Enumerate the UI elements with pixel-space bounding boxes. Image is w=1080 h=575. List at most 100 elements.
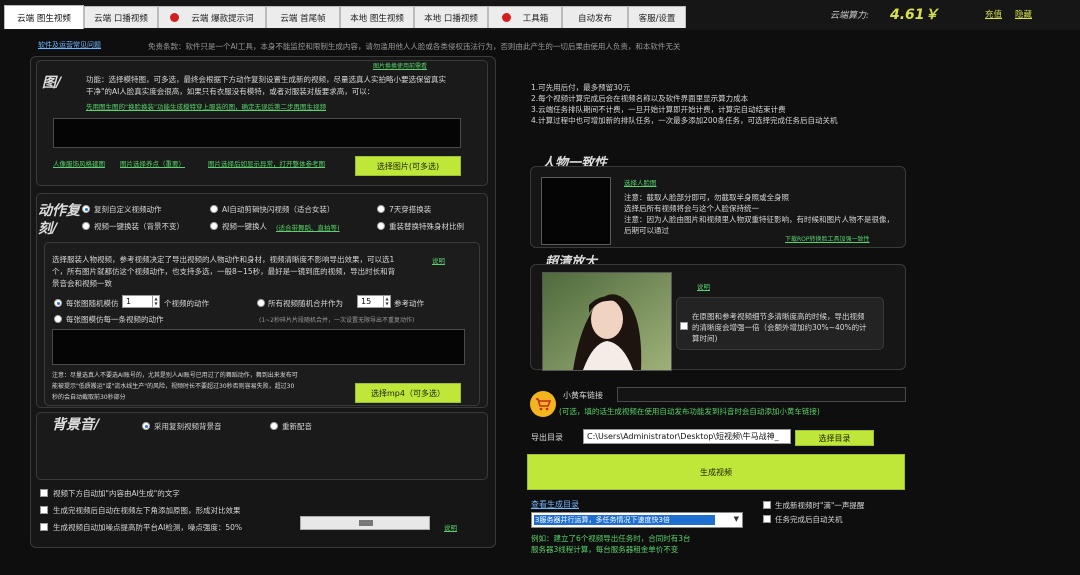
checkbox-compare-text: 生成完视频后自动在视频左下角添加原图，形成对比效果 <box>53 506 241 515</box>
stepper-arrows-icon[interactable]: ▲ ▼ <box>152 296 159 307</box>
select-face-link[interactable]: 选择人脸图 <box>624 177 657 187</box>
select-dir-button[interactable]: 选择目录 <box>795 430 874 446</box>
radio-video-change-person-label: 视频一键换人 <box>222 222 267 231</box>
motion-desc-1: 选择服装人物视频，参考视频决定了导出视频的人物动作和身材，视频清晰度不影响导出效… <box>52 255 395 264</box>
upscale-text-1: 在原图和参考视频细节多清晰度高的时候，导出视频 <box>692 312 865 321</box>
image-list-box[interactable] <box>53 118 461 148</box>
cart-link-input[interactable] <box>617 387 906 402</box>
checkbox-ai-label[interactable] <box>40 489 48 497</box>
consistency-note-2: 选择后所有视频将会与这个人脸保持统一 <box>624 204 759 213</box>
checkbox-upscale[interactable] <box>680 322 688 330</box>
export-dir-label: 导出目录 <box>531 433 563 442</box>
radio-replicate-motion[interactable] <box>82 205 90 213</box>
per-image-count-stepper[interactable]: 1 ▲ ▼ <box>122 295 160 308</box>
chevron-down-icon[interactable]: ▼ <box>734 515 739 523</box>
radio-per-image-random[interactable] <box>54 299 62 307</box>
motion-section-title-1: 动作复 <box>38 203 80 219</box>
image-tutorial-link[interactable]: 图片选择养点（重要） <box>120 158 185 168</box>
tab-bar: 云端 图生视频 云端 口播视频 云端 爆款提示词 云端 首尾帧 本地 图生视频 … <box>0 0 1080 30</box>
recharge-link[interactable]: 充值 <box>985 8 1002 20</box>
upscale-text-3: 算时间) <box>692 334 718 343</box>
motion-note-3: 秒的会自动截取前30秒部分 <box>52 394 126 401</box>
checkbox-compare[interactable] <box>40 506 48 514</box>
radio-video-change-outfit-label: 视频一键换装（背景不变） <box>94 222 184 231</box>
motion-note-1: 注意：尽量选真人不要选AI账号的，尤其是别人AI账号已用过了的舞蹈动作，舞到出来… <box>52 372 298 379</box>
view-output-dir-link[interactable]: 查看生成目录 <box>531 499 579 510</box>
checkbox-ai-label-text: 视频下方自动加"内容由AI生成"的文字 <box>53 489 180 498</box>
consistency-note-4: 后期可以通过 <box>624 226 669 235</box>
tab-cloud-image-video[interactable]: 云端 图生视频 <box>4 5 84 29</box>
radio-ai-auto-edit-label: AI自动剪辑快闪视频（适合女装） <box>222 205 335 214</box>
tab-local-talking-video[interactable]: 本地 口播视频 <box>414 6 488 28</box>
slider-thumb[interactable] <box>359 520 373 526</box>
cart-note: (可选，填的话生成视频在使用自动发布功能发到抖音时会自动添加小黄车链接) <box>559 407 820 416</box>
checkbox-done-sound-text: 生成新视频时"滴"一声提醒 <box>775 501 865 510</box>
checkbox-done-sound[interactable] <box>763 501 771 509</box>
radio-per-image-each[interactable] <box>54 315 62 323</box>
checkbox-mosaic-text: 生成视频自动加噪点提高防平台AI检测，噪点强度：50% <box>53 523 243 532</box>
face-image-box[interactable] <box>541 177 611 245</box>
mosaic-explain-link[interactable]: 说明 <box>444 522 457 532</box>
server-mode-dropdown[interactable]: 3服务器并行运算，多任务情况下速度快3倍 ▼ <box>531 512 743 528</box>
upscale-explain-link[interactable]: 说明 <box>697 281 710 291</box>
change-person-tip-link[interactable]: (适合带舞蹈、直拍等) <box>276 222 340 232</box>
radio-rematch-audio[interactable] <box>270 422 278 430</box>
app-red-icon <box>170 13 180 22</box>
cart-link-label: 小黄车链接 <box>563 391 603 400</box>
tab-cloud-talking-video[interactable]: 云端 口播视频 <box>84 6 158 28</box>
stepper-arrows-icon[interactable]: ▲ ▼ <box>383 296 390 307</box>
sample-portrait-image <box>542 272 672 371</box>
radio-ai-auto-edit[interactable] <box>210 205 218 213</box>
face-swap-tip-link[interactable]: 先用图生图的"换脸换装"功能生成模特穿上服装的图，确定无误后第二步再图生视频 <box>86 101 326 111</box>
select-image-button[interactable]: 选择图片(可多选) <box>355 156 461 176</box>
radio-merge-videos[interactable] <box>257 299 265 307</box>
radio-special-body[interactable] <box>377 222 385 230</box>
bgm-section-title: 背景音/ <box>52 417 100 433</box>
checkbox-auto-shutdown-text: 任务完成后自动关机 <box>775 515 843 524</box>
export-path-input[interactable]: C:\Users\Administrator\Desktop\短视频\牛马战神_ <box>583 429 791 444</box>
checkbox-auto-shutdown[interactable] <box>763 515 771 523</box>
info-line-2: 2.每个视频计算完成后会在视频名称以及软件界面里显示算力成本 <box>531 94 749 103</box>
power-value: 4.61￥ <box>890 7 939 23</box>
motion-section-title-2: 刻/ <box>38 221 58 237</box>
consistency-note-1: 注意：截取人脸部分即可，勿截取半身照或全身照 <box>624 193 789 202</box>
per-image-each-label: 每张图模仿每一条视频的动作 <box>66 315 164 324</box>
radio-replicate-motion-label: 复刻自定义视频动作 <box>94 205 162 214</box>
tab-cloud-prompts[interactable]: 云端 爆款提示词 <box>158 6 266 28</box>
radio-video-change-outfit[interactable] <box>82 222 90 230</box>
tab-local-image-video[interactable]: 本地 图生视频 <box>340 6 414 28</box>
tab-auto-publish[interactable]: 自动发布 <box>562 6 628 28</box>
radio-7day-outfit[interactable] <box>377 205 385 213</box>
merge-videos-label: 所有视频随机合并作为 <box>268 299 343 308</box>
select-mp4-button[interactable]: 选择mp4（可多选） <box>355 383 461 403</box>
bgm-section <box>36 412 488 480</box>
motion-desc-2: 个，所有图片就都仿这个视频动作，也支持多选，一般8~15秒，最好是一镜到底的视频… <box>52 267 396 276</box>
generate-video-button[interactable]: 生成视频 <box>527 454 905 490</box>
tab-service-settings[interactable]: 客服/设置 <box>628 6 686 28</box>
video-list-box[interactable] <box>52 329 465 365</box>
upscale-text-2: 的清晰度会增强一倍（会额外增加约30%~40%的计 <box>692 323 867 332</box>
checkbox-mosaic[interactable] <box>40 523 48 531</box>
rematch-audio-label: 重新配音 <box>282 422 312 431</box>
motion-desc-3: 景音会和视频一致 <box>52 279 112 288</box>
merge-count-stepper[interactable]: 15 ▲ ▼ <box>357 295 391 308</box>
mosaic-strength-slider[interactable] <box>300 516 430 530</box>
radio-use-original-audio[interactable] <box>142 422 150 430</box>
radio-special-body-label: 重装替换特殊身材比例 <box>389 222 464 231</box>
motion-note-2: 能被提示"低质搬运"或"流水线生产"的风险，视频时长不要超过30秒否则容易失败，… <box>52 383 295 390</box>
radio-video-change-person[interactable] <box>210 222 218 230</box>
cart-icon <box>530 391 556 417</box>
tab-toolbox[interactable]: 工具箱 <box>488 6 562 28</box>
faq-link[interactable]: 软件及运营常见问题 <box>38 40 101 50</box>
hide-link[interactable]: 隐藏 <box>1015 8 1032 20</box>
image-fix-link[interactable]: 图片选择后如显示异常，打开整体参考图 <box>208 158 325 168</box>
image-usage-link[interactable]: 图片换换使用前需看 <box>373 61 427 70</box>
power-label: 云端算力: <box>830 11 870 21</box>
download-rop-link[interactable]: 下载ROP转换脸工具加强一致性 <box>785 234 870 243</box>
tab-cloud-first-last-frame[interactable]: 云端 首尾帧 <box>266 6 340 28</box>
motion-explain-link[interactable]: 说明 <box>432 255 445 265</box>
consistency-note-3: 注意：因为人脸由图片和视频里人物双重特征影响，有时候和图片人物不是很像， <box>624 215 894 224</box>
output-example-1: 例如：建立了6个视频导出任务时，合同时有3台 <box>531 534 691 543</box>
per-image-random-suffix: 个视频的动作 <box>164 299 209 308</box>
portrait-style-link[interactable]: 人像服饰风格建图 <box>53 158 105 168</box>
